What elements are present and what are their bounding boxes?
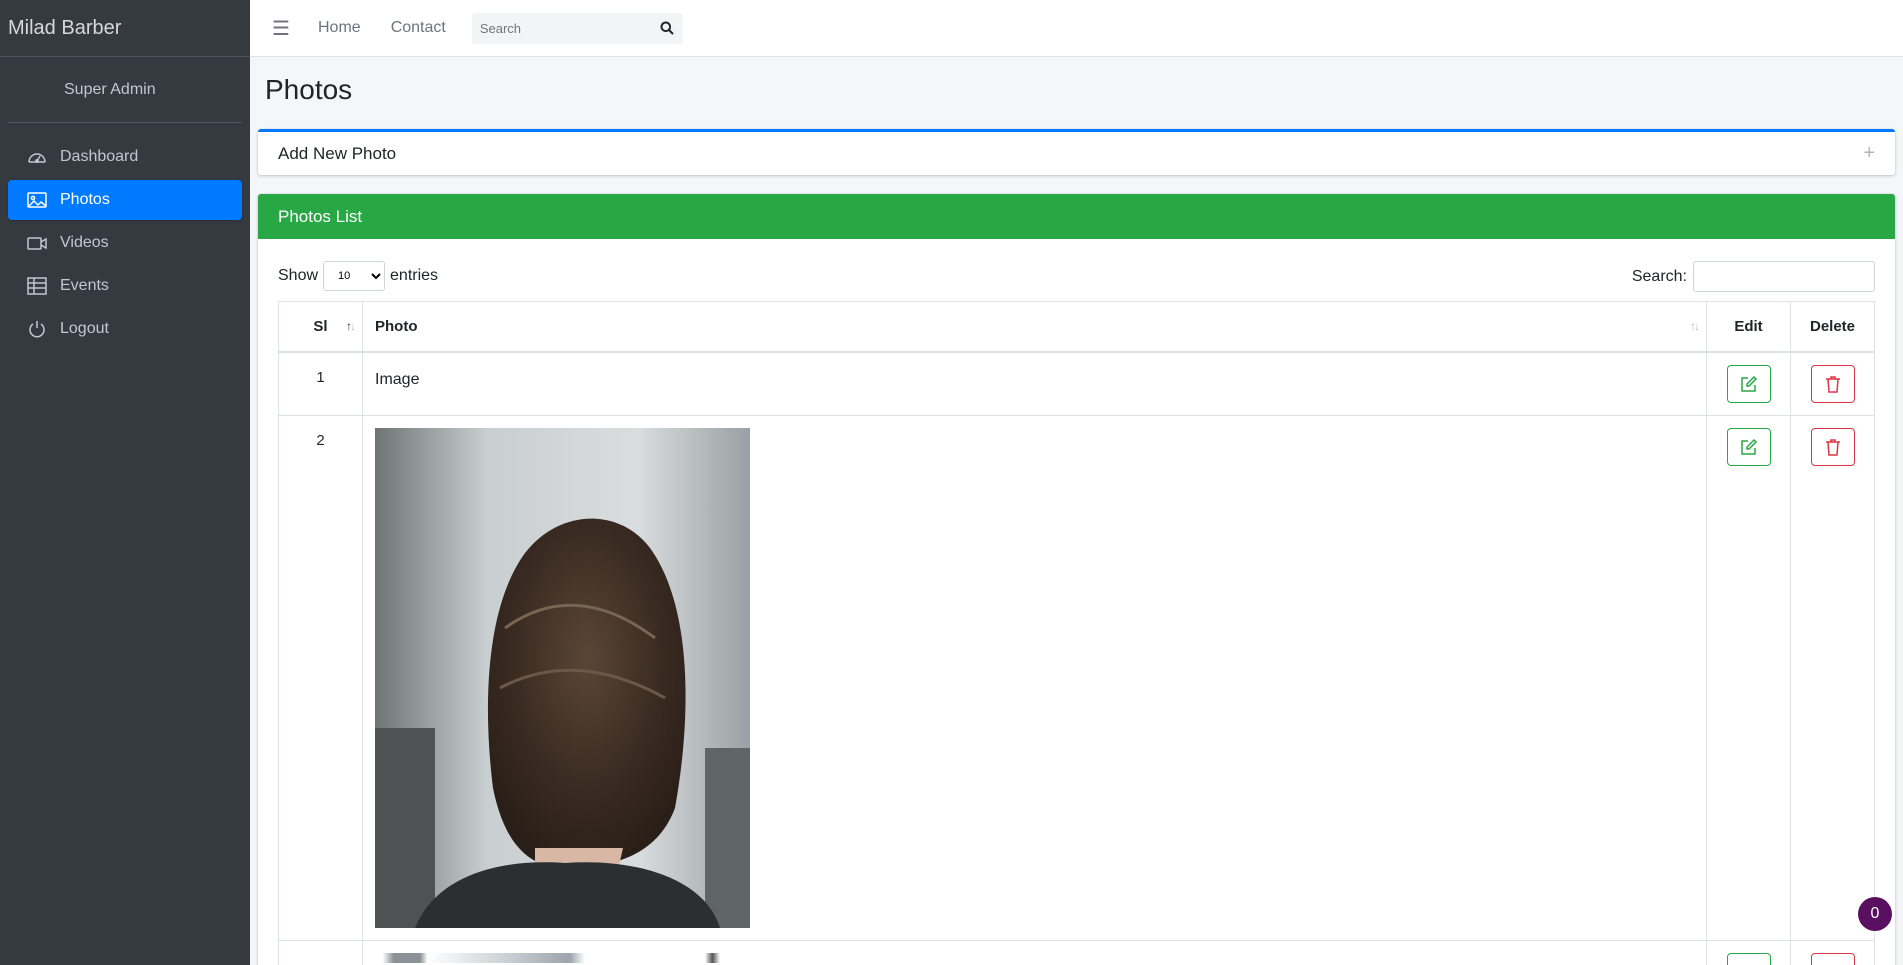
row-sl: 1: [278, 351, 363, 416]
row-edit-cell: [1706, 940, 1791, 965]
delete-button[interactable]: [1810, 953, 1855, 965]
navbar-search-input[interactable]: [471, 12, 652, 44]
sidebar-item-photos[interactable]: Photos: [8, 180, 242, 220]
sort-icon: ↑↓: [1690, 319, 1700, 333]
sidebar-item-events[interactable]: Events: [8, 266, 242, 306]
sidebar-item-label: Videos: [60, 234, 109, 251]
menu-toggle-icon[interactable]: ☰: [272, 16, 294, 41]
photos-list-card: Photos List Show 10 entries Search: Sl ↑…: [258, 194, 1895, 965]
sidebar-item-label: Logout: [60, 320, 109, 337]
column-header-delete: Delete: [1790, 301, 1875, 353]
edit-button[interactable]: [1726, 364, 1771, 403]
column-header-edit: Edit: [1706, 301, 1791, 353]
table-search-control: Search:: [1632, 261, 1875, 292]
add-photo-title: Add New Photo: [278, 143, 397, 163]
column-label: Photo: [375, 317, 418, 335]
delete-button[interactable]: [1810, 428, 1855, 466]
column-header-sl[interactable]: Sl ↑↓: [278, 301, 363, 353]
row-sl: [278, 940, 363, 965]
trash-icon: [1825, 375, 1840, 393]
delete-button[interactable]: [1810, 364, 1855, 403]
sidebar-item-logout[interactable]: Logout: [8, 309, 242, 349]
haircut-photo: [375, 428, 750, 928]
sort-asc-icon: ↑↓: [346, 319, 356, 333]
table-controls: Show 10 entries Search:: [258, 239, 1895, 301]
column-label: Delete: [1809, 317, 1856, 335]
edit-button[interactable]: [1726, 428, 1771, 466]
add-photo-card[interactable]: Add New Photo +: [258, 129, 1895, 175]
row-delete-cell: [1790, 940, 1875, 965]
power-icon: [26, 320, 48, 338]
edit-button[interactable]: [1726, 953, 1771, 965]
row-photo-cell: Image: [362, 351, 1707, 416]
navbar-search-button[interactable]: [651, 12, 683, 44]
top-navbar: ☰ Home Contact: [250, 0, 1903, 57]
column-header-photo[interactable]: Photo ↑↓: [362, 301, 1707, 353]
photos-table: Sl ↑↓ Photo ↑↓ Edit Delete 1 Image 2: [278, 301, 1875, 965]
sidebar: Milad Barber Super Admin Dashboard Photo…: [0, 0, 250, 965]
row-edit-cell: [1706, 351, 1791, 416]
table-icon: [26, 277, 48, 295]
navbar-search: [471, 12, 683, 44]
table-row: 2: [278, 415, 1875, 941]
table-search-input[interactable]: [1693, 261, 1875, 292]
show-label: Show: [278, 267, 319, 284]
sidebar-item-label: Photos: [60, 191, 110, 208]
notification-badge[interactable]: 0: [1858, 897, 1892, 931]
video-icon: [26, 234, 48, 252]
main-content: Photos Add New Photo + Photos List Show …: [250, 57, 1903, 965]
row-delete-cell: [1790, 351, 1875, 416]
sidebar-nav: Dashboard Photos Videos Events Logout: [0, 123, 250, 349]
partial-photo: [375, 953, 750, 963]
nav-contact-link[interactable]: Contact: [391, 19, 446, 37]
nav-home-link[interactable]: Home: [318, 19, 361, 37]
page-size-select[interactable]: 10: [323, 261, 386, 291]
table-row: 1 Image: [278, 351, 1875, 416]
row-photo-cell: [362, 940, 1707, 965]
column-label: Sl: [313, 317, 328, 335]
brand-name[interactable]: Milad Barber: [0, 0, 250, 57]
dashboard-icon: [26, 148, 48, 166]
sidebar-item-label: Events: [60, 277, 109, 294]
image-icon: [26, 191, 48, 209]
table-row: [278, 940, 1875, 965]
sidebar-item-dashboard[interactable]: Dashboard: [8, 137, 242, 177]
user-name[interactable]: Super Admin: [8, 57, 242, 123]
page-title: Photos: [265, 74, 353, 105]
edit-icon: [1740, 375, 1757, 392]
row-sl: 2: [278, 415, 363, 941]
sidebar-item-label: Dashboard: [60, 148, 139, 165]
trash-icon: [1825, 439, 1840, 456]
table-header-row: Sl ↑↓ Photo ↑↓ Edit Delete: [278, 301, 1875, 353]
row-photo-cell: [362, 415, 1707, 941]
entries-label: entries: [390, 267, 439, 284]
search-icon: [660, 21, 675, 35]
expand-plus-icon[interactable]: +: [1863, 142, 1875, 165]
photo-alt-text: Image: [375, 370, 420, 388]
row-edit-cell: [1706, 415, 1791, 941]
photos-list-header: Photos List: [258, 194, 1895, 239]
page-size-control: Show 10 entries: [278, 261, 438, 291]
edit-icon: [1740, 438, 1757, 455]
row-delete-cell: [1790, 415, 1875, 941]
column-label: Edit: [1734, 317, 1763, 335]
table-search-label: Search:: [1631, 267, 1687, 285]
sidebar-item-videos[interactable]: Videos: [8, 223, 242, 263]
